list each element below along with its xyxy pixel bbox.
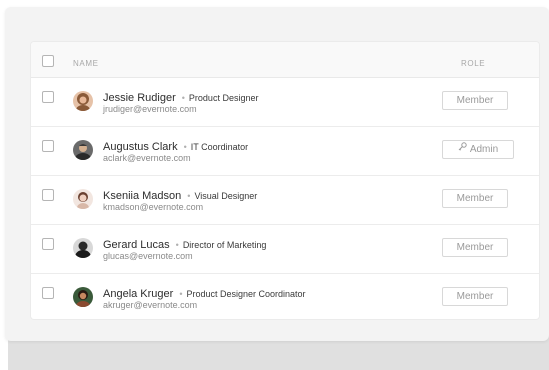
table-row: Gerard Lucas • Director of Marketing gluca… bbox=[31, 225, 539, 274]
separator-dot: • bbox=[179, 289, 183, 299]
table-row: Kseniia Madson • Visual Designer kmadson@e… bbox=[31, 176, 539, 225]
avatar bbox=[73, 189, 93, 209]
role-label: Member bbox=[456, 193, 494, 204]
role-button[interactable]: Member bbox=[442, 238, 508, 257]
user-email: aclark@evernote.com bbox=[103, 153, 191, 163]
users-table: NAME ROLE Jessie Rudiger • Product Designe… bbox=[31, 42, 539, 319]
user-email: jrudiger@evernote.com bbox=[103, 104, 197, 114]
row-checkbox[interactable] bbox=[42, 91, 54, 103]
user-email: akruger@evernote.com bbox=[103, 300, 198, 310]
role-label: Admin bbox=[469, 144, 499, 155]
user-name: Angela Kruger bbox=[103, 288, 174, 300]
role-button[interactable]: Member bbox=[442, 91, 508, 110]
row-checkbox[interactable] bbox=[42, 189, 54, 201]
row-checkbox[interactable] bbox=[42, 140, 54, 152]
role-button[interactable]: Member bbox=[442, 189, 508, 208]
user-name: Kseniia Madson bbox=[103, 190, 182, 202]
row-checkbox[interactable] bbox=[42, 287, 54, 299]
user-title: Visual Designer bbox=[194, 191, 258, 201]
user-email: kmadson@evernote.com bbox=[103, 202, 204, 212]
user-name: Gerard Lucas bbox=[103, 239, 170, 251]
user-title: IT Coordinator bbox=[190, 142, 249, 152]
role-label: Member bbox=[456, 242, 494, 253]
separator-dot: • bbox=[187, 191, 191, 201]
column-header-name: NAME bbox=[73, 59, 99, 68]
user-title: Director of Marketing bbox=[182, 240, 267, 250]
select-all-checkbox[interactable] bbox=[42, 55, 54, 67]
table-row: Augustus Clark • IT Coordinator aclark@eve… bbox=[31, 127, 539, 176]
table-row: Angela Kruger • Product Designer Coordinat… bbox=[31, 274, 539, 322]
table-header: NAME ROLE bbox=[31, 42, 539, 78]
role-button[interactable]: Admin bbox=[442, 140, 514, 159]
role-button[interactable]: Member bbox=[442, 287, 508, 306]
users-panel: NAME ROLE Jessie Rudiger • Product Designe… bbox=[5, 7, 549, 341]
avatar bbox=[73, 238, 93, 258]
user-email: glucas@evernote.com bbox=[103, 251, 193, 261]
user-name: Augustus Clark bbox=[103, 141, 178, 153]
user-title: Product Designer Coordinator bbox=[186, 289, 306, 299]
separator-dot: • bbox=[183, 142, 187, 152]
table-row: Jessie Rudiger • Product Designer jrudiger… bbox=[31, 78, 539, 127]
avatar bbox=[73, 91, 93, 111]
column-header-role: ROLE bbox=[461, 59, 486, 68]
key-icon bbox=[458, 140, 467, 157]
separator-dot: • bbox=[181, 93, 185, 103]
role-label: Member bbox=[456, 291, 494, 302]
avatar bbox=[73, 140, 93, 160]
user-name: Jessie Rudiger bbox=[103, 92, 176, 104]
separator-dot: • bbox=[175, 240, 179, 250]
role-label: Member bbox=[456, 95, 494, 106]
avatar bbox=[73, 287, 93, 307]
row-checkbox[interactable] bbox=[42, 238, 54, 250]
user-title: Product Designer bbox=[188, 93, 259, 103]
